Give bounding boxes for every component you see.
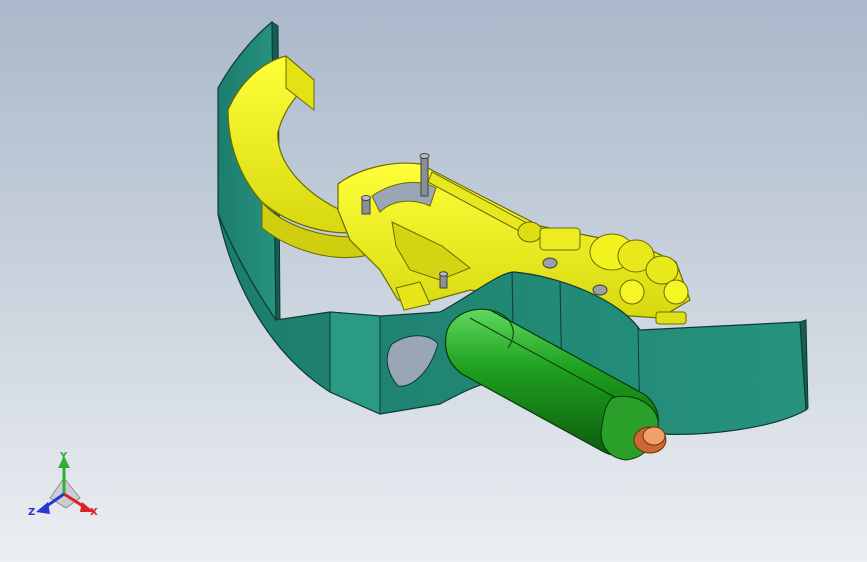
graphics-viewport[interactable]: Y X Z (0, 0, 867, 562)
end-cap[interactable] (633, 426, 667, 454)
main-frame[interactable] (227, 54, 691, 325)
cad-model[interactable] (0, 0, 867, 562)
